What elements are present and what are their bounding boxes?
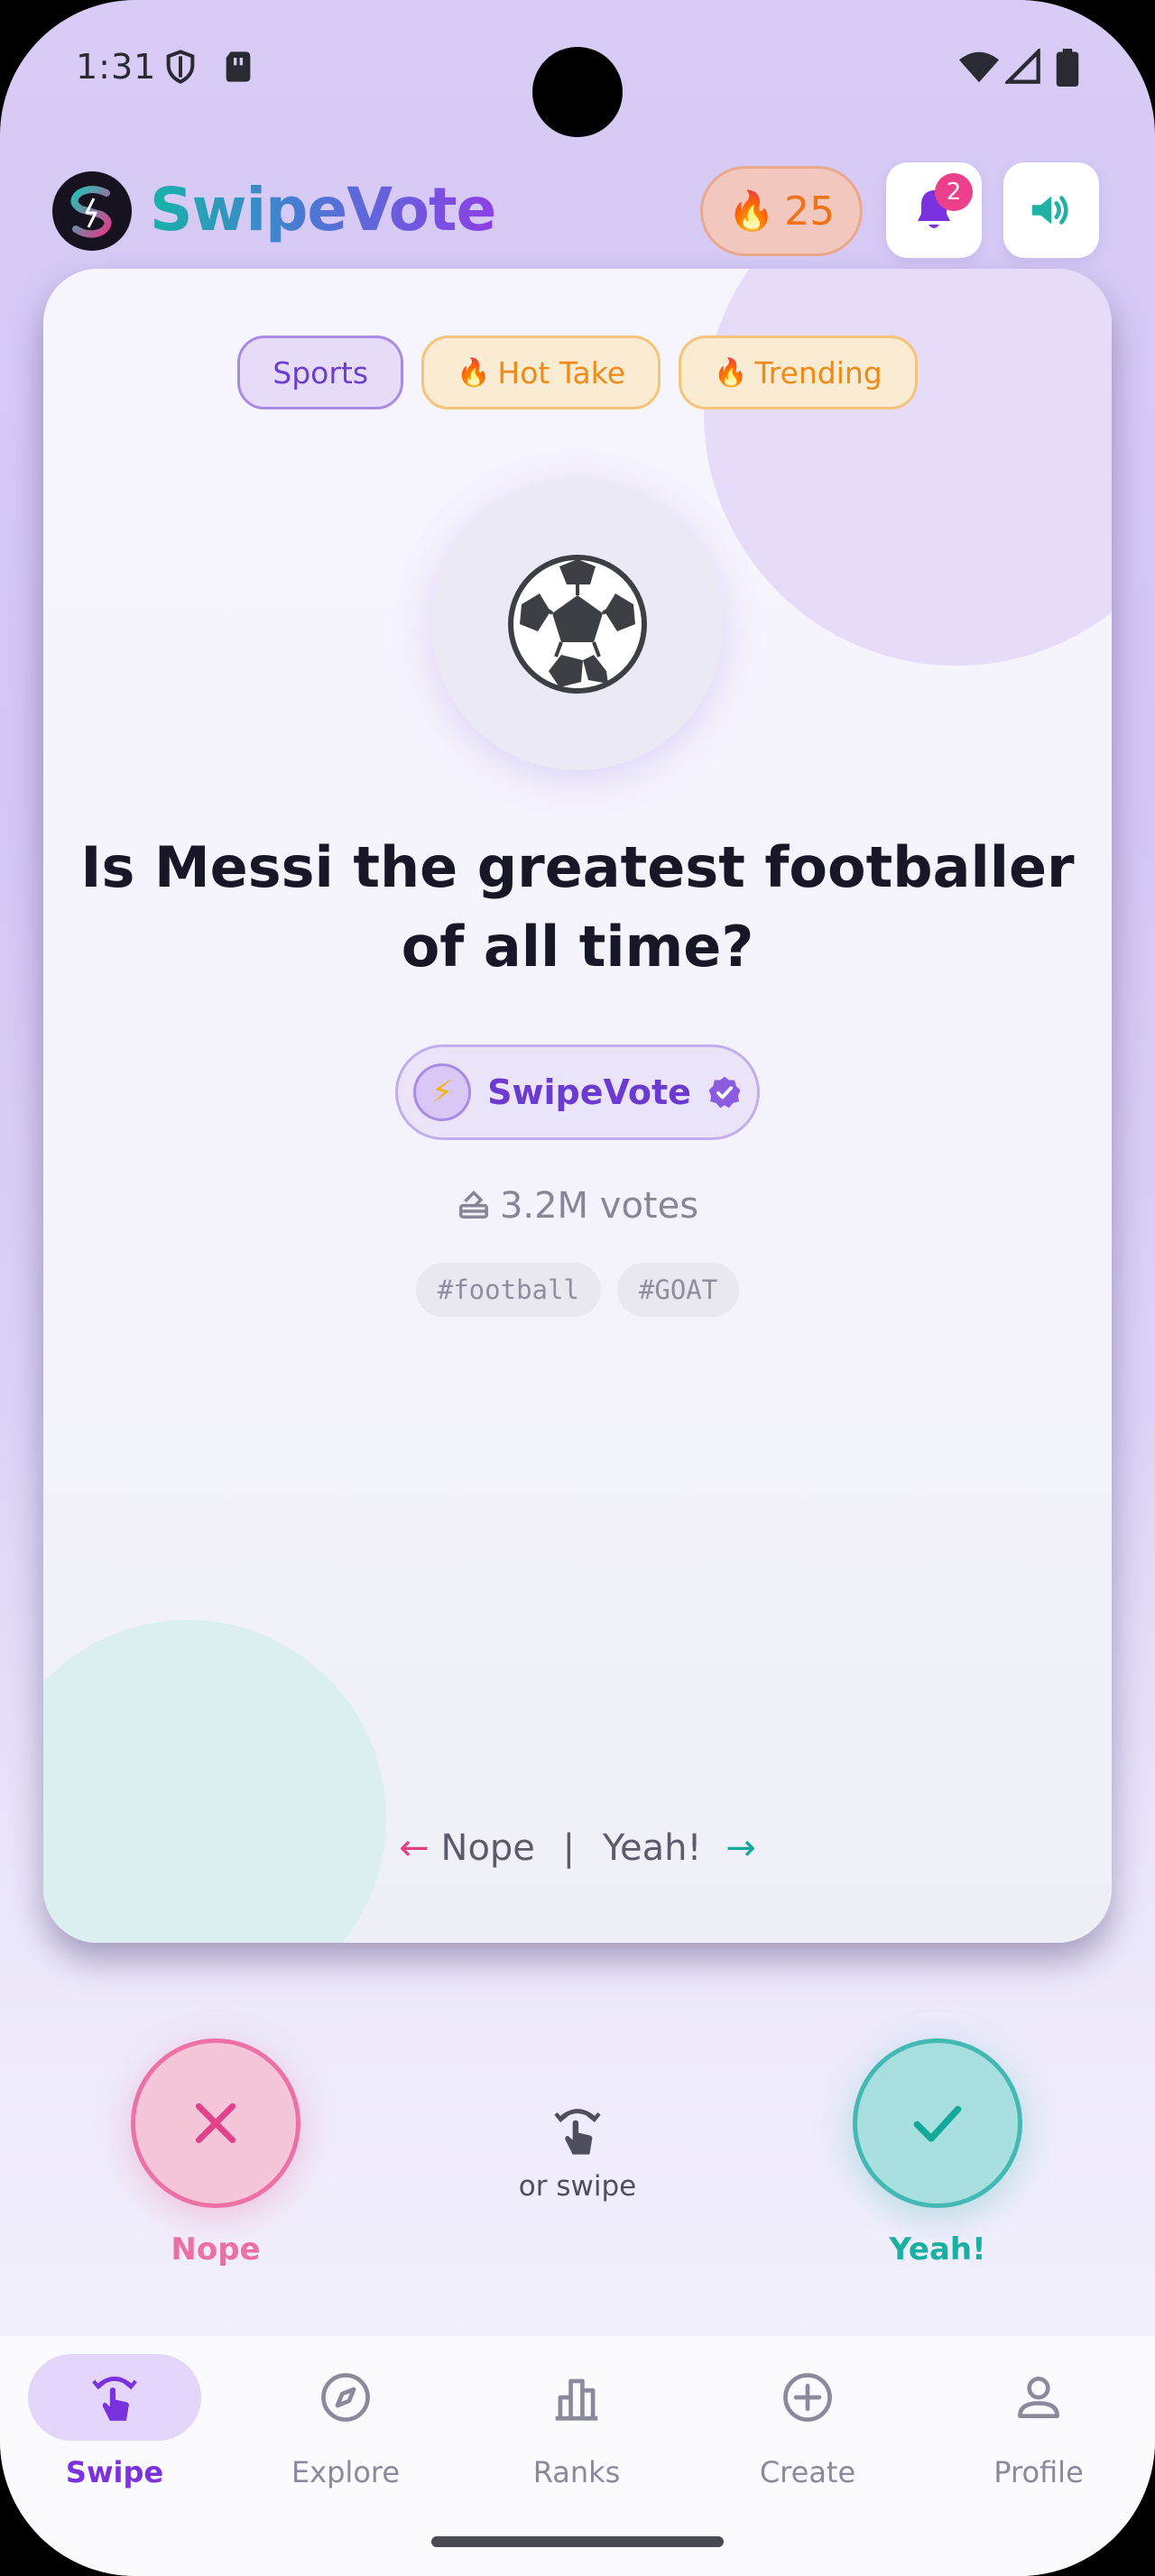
arrow-right-icon: → bbox=[725, 1827, 756, 1869]
category-chips: Sports 🔥 Hot Take 🔥 Trending bbox=[43, 336, 1112, 409]
swipe-gesture-icon bbox=[554, 2109, 601, 2155]
sim-card-icon bbox=[226, 51, 251, 82]
chip-label: Trending bbox=[754, 354, 882, 391]
streak-count: 25 bbox=[784, 188, 836, 235]
yeah-button-label: Yeah! bbox=[889, 2231, 986, 2268]
nav-label: Explore bbox=[291, 2455, 401, 2489]
bar-chart-icon bbox=[555, 2378, 598, 2421]
nav-label: Ranks bbox=[532, 2455, 621, 2489]
status-bar: 1:31 bbox=[0, 0, 1155, 137]
nav-item-ranks[interactable]: Ranks bbox=[482, 2354, 671, 2489]
vote-count: 3.2M votes bbox=[43, 1185, 1112, 1227]
decorative-blob bbox=[704, 269, 1112, 666]
nav-label: Swipe bbox=[65, 2455, 164, 2489]
person-icon bbox=[1018, 2377, 1059, 2418]
status-time: 1:31 bbox=[76, 47, 157, 87]
nav-pill bbox=[952, 2354, 1125, 2441]
nav-label: Create bbox=[759, 2455, 856, 2489]
hint-divider: | bbox=[562, 1827, 576, 1869]
poll-emoji-circle bbox=[431, 478, 724, 770]
plus-circle-icon bbox=[783, 2373, 832, 2422]
poll-question: Is Messi the greatest footballer of all … bbox=[80, 834, 1075, 980]
chip-label: Hot Take bbox=[497, 354, 626, 391]
front-camera bbox=[532, 47, 623, 137]
check-icon bbox=[913, 2105, 962, 2142]
nav-item-profile[interactable]: Profile bbox=[944, 2354, 1133, 2489]
notifications-button[interactable]: 2 bbox=[886, 162, 982, 258]
home-indicator[interactable] bbox=[431, 2536, 724, 2547]
hint-yeah: Yeah! bbox=[602, 1827, 702, 1869]
chip-label: Sports bbox=[273, 354, 369, 391]
streak-counter[interactable]: 🔥 25 bbox=[700, 166, 863, 256]
wifi-icon bbox=[958, 51, 1000, 83]
chip-hot-take[interactable]: 🔥 Hot Take bbox=[421, 336, 661, 409]
signal-icon bbox=[1005, 49, 1040, 84]
swipe-icon bbox=[92, 2377, 137, 2421]
battery-icon bbox=[1056, 49, 1079, 87]
shield-icon bbox=[166, 50, 195, 84]
swipe-direction-hint: ← Nope | Yeah! → bbox=[43, 1827, 1112, 1869]
app-brand-name: SwipeVote bbox=[150, 175, 496, 244]
app-screen: 1:31 SwipeVote 🔥 25 2 Sports 🔥 Hot Take … bbox=[0, 0, 1155, 2576]
soccer-ball-icon bbox=[508, 555, 647, 694]
logo-mark-icon bbox=[70, 186, 112, 238]
nav-pill bbox=[721, 2354, 894, 2441]
decorative-blob bbox=[43, 1620, 386, 1943]
swipe-gesture-hint: or swipe bbox=[487, 2102, 668, 2203]
chip-sports[interactable]: Sports bbox=[237, 336, 404, 409]
compass-icon bbox=[321, 2373, 370, 2422]
poll-card[interactable]: Sports 🔥 Hot Take 🔥 Trending Is Messi th… bbox=[43, 269, 1112, 1943]
fire-icon: 🔥 bbox=[727, 189, 776, 233]
speaker-icon bbox=[1031, 196, 1068, 225]
swipe-hint-text: or swipe bbox=[518, 2170, 637, 2203]
hashtag[interactable]: #GOAT bbox=[616, 1263, 740, 1317]
app-logo[interactable] bbox=[52, 171, 132, 251]
nope-button-label: Nope bbox=[171, 2231, 261, 2268]
vote-count-text: 3.2M votes bbox=[499, 1185, 699, 1227]
notification-badge: 2 bbox=[935, 173, 973, 211]
verified-badge-icon bbox=[708, 1076, 741, 1109]
hint-nope: Nope bbox=[440, 1827, 535, 1869]
nav-pill bbox=[490, 2354, 663, 2441]
nav-item-explore[interactable]: Explore bbox=[251, 2354, 440, 2489]
yeah-button[interactable] bbox=[853, 2038, 1022, 2208]
author-avatar: ⚡ bbox=[413, 1063, 472, 1121]
nav-active-pill bbox=[28, 2354, 201, 2441]
author-name: SwipeVote bbox=[487, 1072, 691, 1112]
fire-icon: 🔥 bbox=[457, 356, 491, 389]
hashtag-list: #football #GOAT bbox=[43, 1263, 1112, 1317]
chip-trending[interactable]: 🔥 Trending bbox=[679, 336, 918, 409]
nav-pill bbox=[259, 2354, 432, 2441]
ballot-box-icon bbox=[458, 1190, 488, 1219]
sound-toggle-button[interactable] bbox=[1003, 162, 1099, 258]
lightning-icon: ⚡ bbox=[431, 1074, 453, 1110]
arrow-left-icon: ← bbox=[399, 1827, 430, 1869]
fire-icon: 🔥 bbox=[714, 356, 748, 389]
hashtag[interactable]: #football bbox=[415, 1263, 601, 1317]
poll-author[interactable]: ⚡ SwipeVote bbox=[395, 1044, 760, 1140]
nope-button[interactable] bbox=[131, 2038, 300, 2208]
app-header: SwipeVote 🔥 25 2 bbox=[0, 162, 1155, 262]
close-icon bbox=[195, 2102, 236, 2144]
nav-item-swipe[interactable]: Swipe bbox=[20, 2354, 209, 2489]
nav-label: Profile bbox=[993, 2455, 1084, 2489]
nav-item-create[interactable]: Create bbox=[713, 2354, 902, 2489]
